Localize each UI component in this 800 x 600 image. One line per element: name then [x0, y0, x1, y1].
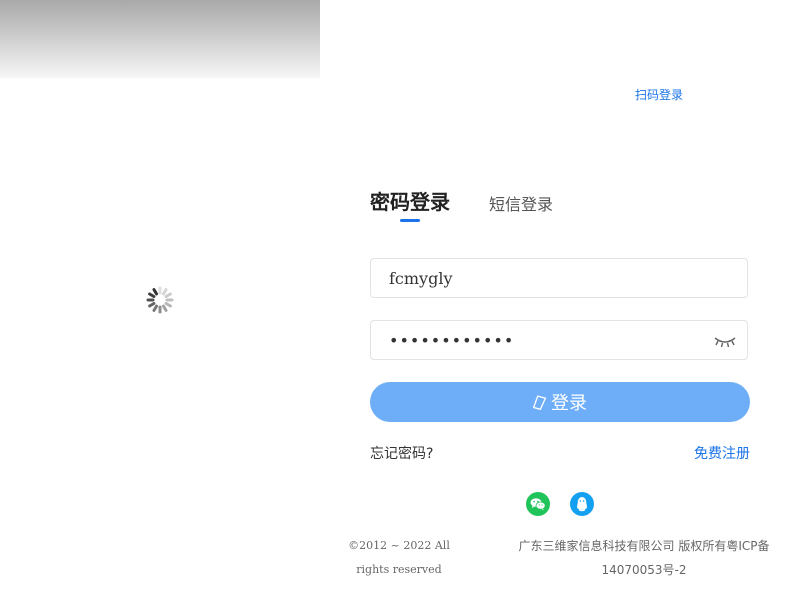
eye-closed-icon[interactable] — [713, 333, 737, 349]
qq-login-button[interactable] — [570, 492, 594, 516]
qq-icon — [577, 497, 587, 512]
password-input[interactable] — [371, 321, 709, 359]
loading-spinner-icon — [146, 286, 174, 314]
password-field — [370, 320, 748, 360]
username-field — [370, 258, 748, 298]
forgot-password-link[interactable]: 忘记密码? — [370, 443, 433, 463]
login-page: 扫码登录 密码登录 短信登录 登录 忘记密码? 免费注册 — [0, 0, 800, 600]
login-button-label: 登录 — [551, 393, 587, 414]
login-button[interactable]: 登录 — [370, 382, 750, 422]
company-info-text: 广东三维家信息科技有限公司 版权所有粤ICP备14070053号-2 — [518, 539, 770, 577]
banner-image — [0, 0, 320, 78]
tab-password-login[interactable]: 密码登录 — [370, 186, 450, 215]
copyright-text: ©2012 ~ 2022 All rights reserved — [348, 539, 450, 576]
username-input[interactable] — [371, 259, 709, 297]
cursor-icon — [533, 395, 547, 411]
wechat-login-button[interactable] — [526, 492, 550, 516]
wechat-icon — [530, 498, 546, 511]
qr-login-link[interactable]: 扫码登录 — [635, 86, 683, 103]
active-tab-indicator — [400, 219, 420, 222]
register-link[interactable]: 免费注册 — [694, 443, 750, 463]
tab-sms-login[interactable]: 短信登录 — [489, 191, 553, 215]
